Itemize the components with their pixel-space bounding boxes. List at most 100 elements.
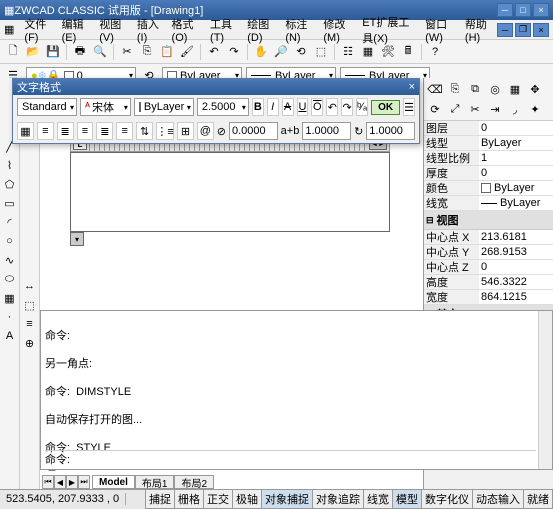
doc-minimize-button[interactable]: ─ [497, 23, 513, 37]
help-icon[interactable]: ? [426, 43, 444, 61]
toggle-tablet[interactable]: 数字化仪 [421, 489, 473, 509]
status-coords[interactable]: 523.5405, 207.9333 , 0 [0, 493, 126, 505]
prop-layer-v[interactable]: 0 [479, 121, 553, 135]
spline-icon[interactable]: ∿ [2, 252, 18, 268]
justify-button[interactable]: ▦ [17, 122, 34, 140]
console-scrollbar-v[interactable] [538, 311, 552, 469]
copy2-icon[interactable]: ⎘ [446, 80, 464, 98]
ellipse-icon[interactable]: ⬭ [2, 271, 18, 287]
redo-text-button[interactable]: ↷ [341, 98, 353, 116]
align-right-button[interactable]: ≡ [77, 122, 94, 140]
text-color-dropdown[interactable]: ByLayer [134, 98, 194, 116]
point-icon[interactable]: · [2, 309, 18, 325]
fillet-icon[interactable]: ◞ [506, 100, 524, 118]
toggle-grid[interactable]: 栅格 [174, 489, 204, 509]
prop-cx-v[interactable]: 213.6181 [479, 230, 553, 244]
preview-icon[interactable]: 🔍 [91, 43, 109, 61]
undo-icon[interactable]: ↶ [205, 43, 223, 61]
align-center-button[interactable]: ≣ [57, 122, 74, 140]
tab-prev-button[interactable]: ◀ [54, 475, 66, 489]
toggle-snap[interactable]: 捕捉 [145, 489, 175, 509]
width-factor-field[interactable]: 1.0000 [302, 122, 351, 140]
mirror-icon[interactable]: ⧉ [466, 80, 484, 98]
tab-last-button[interactable]: ⏭ [78, 475, 90, 489]
text-panel-close-icon[interactable]: × [409, 81, 415, 93]
numbering-button[interactable]: ⋮≡ [156, 122, 174, 140]
offset-icon[interactable]: ◎ [486, 80, 504, 98]
tab-model[interactable]: Model [92, 475, 135, 489]
cut-icon[interactable]: ✂ [118, 43, 136, 61]
app-menu-icon[interactable]: ▦ [4, 23, 14, 36]
pan-icon[interactable]: ✋ [252, 43, 270, 61]
prop-lw-v[interactable]: ByLayer [479, 196, 553, 210]
italic-button[interactable]: I [267, 98, 279, 116]
command-console[interactable]: 命令: 另一角点: 命令: DIMSTYLE 自动保存打开的图... 命令: S… [40, 310, 553, 470]
menu-tools[interactable]: 工具(T) [204, 14, 241, 46]
zoom-prev-icon[interactable]: ⟲ [292, 43, 310, 61]
mtext-textbox[interactable] [70, 152, 390, 232]
match-icon[interactable]: 🖌 [178, 43, 196, 61]
menu-draw[interactable]: 绘图(D) [241, 14, 279, 46]
symbol-button[interactable]: @ [197, 122, 214, 140]
prop-lts-v[interactable]: 1 [479, 151, 553, 165]
doc-restore-button[interactable]: ❐ [515, 23, 531, 37]
circle-icon[interactable]: ○ [2, 233, 18, 249]
new-icon[interactable]: 🗋 [4, 43, 22, 61]
text-icon[interactable]: A [2, 328, 18, 344]
prop-col-v[interactable]: ByLayer [479, 181, 553, 195]
close-button[interactable]: × [533, 3, 549, 17]
mtext-resize-grip[interactable]: ▾ [70, 232, 84, 246]
paste-icon[interactable]: 📋 [158, 43, 176, 61]
bold-button[interactable]: B [252, 98, 264, 116]
prop-group-view[interactable]: 视图 [424, 211, 553, 230]
open-icon[interactable]: 📂 [24, 43, 42, 61]
properties-icon[interactable]: ☷ [339, 43, 357, 61]
print-icon[interactable]: 🖶 [71, 43, 89, 61]
maximize-button[interactable]: □ [515, 3, 531, 17]
toggle-lwt[interactable]: 线宽 [363, 489, 393, 509]
menu-view[interactable]: 视图(V) [93, 14, 131, 46]
extend-icon[interactable]: ⇥ [486, 100, 504, 118]
menu-modify[interactable]: 修改(M) [317, 14, 356, 46]
text-options-button[interactable]: ☰ [403, 98, 415, 116]
tab-first-button[interactable]: ⏮ [42, 475, 54, 489]
toggle-dyn[interactable]: 动态输入 [472, 489, 524, 509]
toggle-polar[interactable]: 极轴 [232, 489, 262, 509]
arc-icon[interactable]: ◜ [2, 214, 18, 230]
oblique-field[interactable]: 1.0000 [366, 122, 415, 140]
menu-format[interactable]: 格式(O) [166, 14, 205, 46]
rotate-icon[interactable]: ⟳ [426, 100, 444, 118]
prop-lt-v[interactable]: ByLayer [479, 136, 553, 150]
prop-cy-v[interactable]: 268.9153 [479, 245, 553, 259]
text-font-dropdown[interactable]: ᴬ宋体 [80, 98, 131, 116]
menu-file[interactable]: 文件(F) [18, 14, 55, 46]
tracking-field[interactable]: 0.0000 [229, 122, 278, 140]
move-icon[interactable]: ✥ [526, 80, 544, 98]
redo-icon[interactable]: ↷ [225, 43, 243, 61]
tab-next-button[interactable]: ▶ [66, 475, 78, 489]
menu-dim[interactable]: 标注(N) [279, 14, 317, 46]
polygon-icon[interactable]: ⬠ [2, 176, 18, 192]
align-dist-button[interactable]: ≡ [116, 122, 133, 140]
menu-window[interactable]: 窗口(W) [419, 14, 459, 46]
explode-icon[interactable]: ✦ [526, 100, 544, 118]
area-icon[interactable]: ⬚ [22, 297, 38, 313]
zoom-icon[interactable]: 🔎 [272, 43, 290, 61]
menu-help[interactable]: 帮助(H) [459, 14, 497, 46]
zoom-window-icon[interactable]: ⬚ [312, 43, 330, 61]
erase-icon[interactable]: ⌫ [426, 80, 444, 98]
trim-icon[interactable]: ✂ [466, 100, 484, 118]
toggle-ortho[interactable]: 正交 [203, 489, 233, 509]
underline-button[interactable]: U [297, 98, 309, 116]
toggle-osnap[interactable]: 对象捕捉 [261, 489, 313, 509]
doc-close-button[interactable]: × [533, 23, 549, 37]
prop-thk-v[interactable]: 0 [479, 166, 553, 180]
menu-insert[interactable]: 插入(I) [131, 14, 166, 46]
align-left-button[interactable]: ≡ [37, 122, 54, 140]
undo-text-button[interactable]: ↶ [326, 98, 338, 116]
linespacing-button[interactable]: ⇅ [136, 122, 153, 140]
minimize-button[interactable]: ─ [497, 3, 513, 17]
menu-edit[interactable]: 编辑(E) [56, 14, 94, 46]
mtext-editor[interactable]: L ◄► [70, 136, 390, 232]
prop-cz-v[interactable]: 0 [479, 260, 553, 274]
